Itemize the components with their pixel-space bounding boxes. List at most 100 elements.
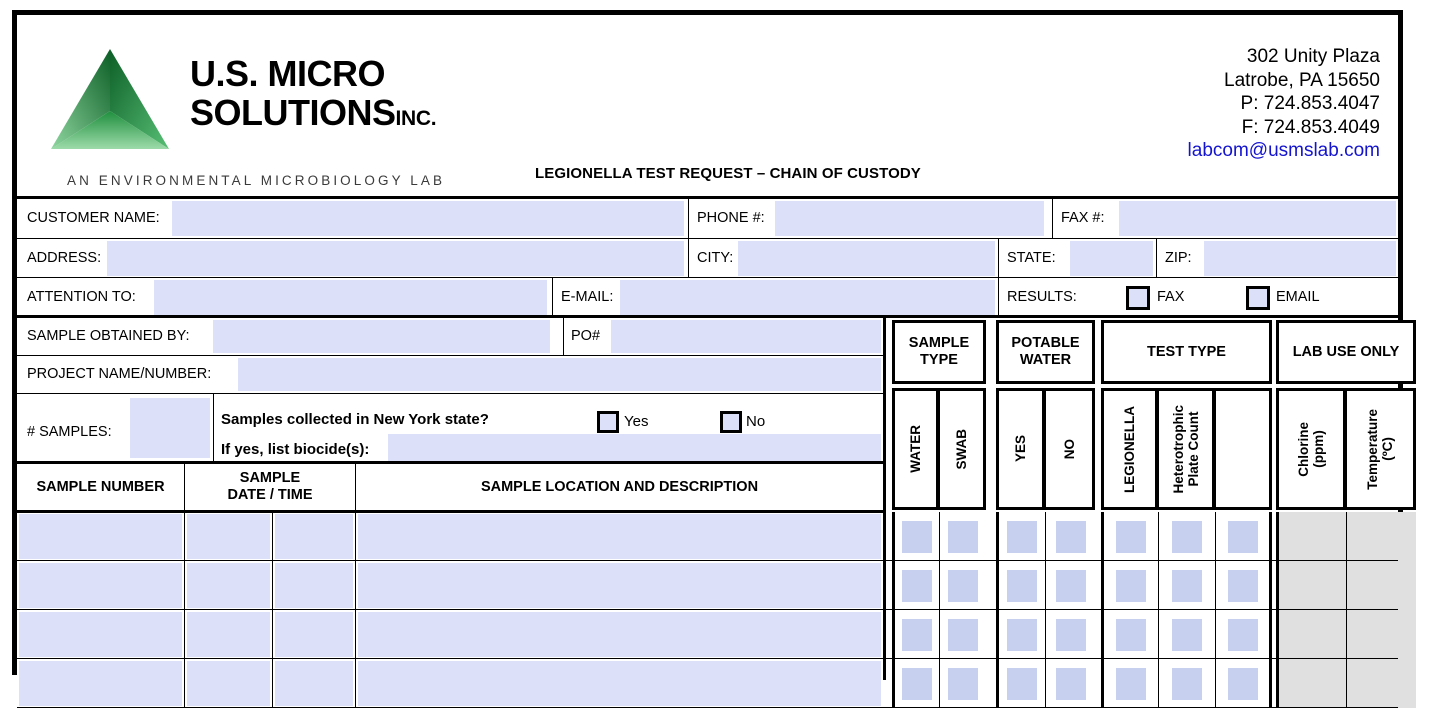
cell-potable-yes-wrap <box>996 610 1045 659</box>
results-email-checkbox[interactable] <box>1246 286 1270 310</box>
cell-sample-number[interactable] <box>19 514 182 559</box>
zip-input[interactable] <box>1204 241 1396 276</box>
cell-potable-yes-checkbox[interactable] <box>1007 667 1037 700</box>
results-email-label: EMAIL <box>1276 289 1320 305</box>
cell-water-checkbox[interactable] <box>902 569 932 602</box>
cell-water-checkbox[interactable] <box>902 520 932 553</box>
cell-water-checkbox[interactable] <box>902 618 932 651</box>
cell-temperature[interactable] <box>1346 659 1416 708</box>
phone-input[interactable] <box>775 201 1044 236</box>
cell-sample-location[interactable] <box>358 563 881 608</box>
contact-email-link[interactable]: labcom@usmslab.com <box>1188 139 1380 163</box>
address-input[interactable] <box>107 241 684 276</box>
cell-sample-number[interactable] <box>19 661 182 706</box>
cell-sample-time[interactable] <box>275 514 353 559</box>
new-york-no-checkbox[interactable] <box>720 411 742 433</box>
cell-swab-checkbox[interactable] <box>948 618 978 651</box>
customer-name-input[interactable] <box>172 201 684 236</box>
customer-name-label: CUSTOMER NAME: <box>27 210 160 226</box>
cell-water-wrap <box>892 659 939 708</box>
cell-sample-number[interactable] <box>19 612 182 657</box>
cell-sample-location[interactable] <box>358 514 881 559</box>
po-number-input[interactable] <box>611 320 881 353</box>
company-logo: U.S. MICRO SOLUTIONSINC. AN ENVIRONMENTA… <box>45 35 505 188</box>
cell-chlorine[interactable] <box>1276 561 1346 610</box>
cell-legionella-checkbox[interactable] <box>1116 569 1146 602</box>
page-title: LEGIONELLA TEST REQUEST – CHAIN OF CUSTO… <box>535 165 921 182</box>
phone-label: PHONE #: <box>697 210 765 226</box>
zip-label: ZIP: <box>1165 250 1192 266</box>
cell-potable-no-wrap <box>1045 512 1095 561</box>
cell-potable-no-checkbox[interactable] <box>1055 618 1086 651</box>
cell-potable-no-checkbox[interactable] <box>1055 667 1086 700</box>
cell-heterotrophic-plate-count-wrap <box>1158 512 1215 561</box>
cell-legionella-wrap <box>1101 659 1158 708</box>
cell-sample-date[interactable] <box>187 514 270 559</box>
cell-test-type-blank-wrap <box>1215 659 1272 708</box>
cell-potable-no-checkbox[interactable] <box>1055 569 1086 602</box>
cell-temperature[interactable] <box>1346 610 1416 659</box>
cell-heterotrophic-plate-count-checkbox[interactable] <box>1172 618 1202 651</box>
cell-temperature[interactable] <box>1346 561 1416 610</box>
cell-chlorine[interactable] <box>1276 659 1346 708</box>
results-fax-checkbox[interactable] <box>1126 286 1150 310</box>
company-suffix: INC. <box>395 107 437 130</box>
cell-sample-time[interactable] <box>275 563 353 608</box>
cell-legionella-checkbox[interactable] <box>1116 667 1146 700</box>
col-header-sample-number: SAMPLE NUMBER <box>17 464 184 510</box>
row-project: PROJECT NAME/NUMBER: <box>17 356 883 393</box>
state-input[interactable] <box>1070 241 1153 276</box>
group-header-sample-type: SAMPLE TYPE <box>892 320 986 384</box>
cell-sample-location[interactable] <box>358 661 881 706</box>
cell-heterotrophic-plate-count-checkbox[interactable] <box>1172 667 1202 700</box>
cell-test-type-blank-checkbox[interactable] <box>1227 569 1258 602</box>
cell-test-type-blank-wrap <box>1215 561 1272 610</box>
cell-sample-time[interactable] <box>275 612 353 657</box>
cell-sample-location[interactable] <box>358 612 881 657</box>
cell-legionella-checkbox[interactable] <box>1116 618 1146 651</box>
cell-test-type-blank-checkbox[interactable] <box>1227 618 1258 651</box>
sample-obtained-by-label: SAMPLE OBTAINED BY: <box>27 328 190 344</box>
email-input[interactable] <box>620 280 995 315</box>
cell-swab-checkbox[interactable] <box>948 569 978 602</box>
cell-sample-date[interactable] <box>187 563 270 608</box>
fax-input[interactable] <box>1119 201 1396 236</box>
num-samples-input[interactable] <box>130 398 210 458</box>
cell-water-wrap <box>892 610 939 659</box>
col-header-potable-yes: YES <box>996 388 1045 510</box>
city-input[interactable] <box>738 241 995 276</box>
cell-water-checkbox[interactable] <box>902 667 932 700</box>
biocide-input[interactable] <box>388 434 881 462</box>
new-york-no-label: No <box>746 413 766 430</box>
attention-to-input[interactable] <box>154 280 547 315</box>
cell-sample-time[interactable] <box>275 661 353 706</box>
cell-test-type-blank-checkbox[interactable] <box>1227 520 1258 553</box>
cell-sample-date[interactable] <box>187 661 270 706</box>
new-york-yes-checkbox[interactable] <box>597 411 619 433</box>
cell-potable-yes-checkbox[interactable] <box>1007 520 1037 553</box>
sample-obtained-by-input[interactable] <box>213 320 550 353</box>
cell-swab-checkbox[interactable] <box>948 520 978 553</box>
project-name-number-input[interactable] <box>238 358 881 391</box>
cell-sample-number[interactable] <box>19 563 182 608</box>
row-attention: ATTENTION TO: E-MAIL: RESULTS: FAX EMAIL <box>17 278 1398 317</box>
cell-water-wrap <box>892 512 939 561</box>
col-header-test-type-blank <box>1215 388 1272 510</box>
cell-heterotrophic-plate-count-checkbox[interactable] <box>1172 569 1202 602</box>
col-header-potable-no: NO <box>1045 388 1095 510</box>
cell-swab-wrap <box>939 610 986 659</box>
cell-temperature[interactable] <box>1346 512 1416 561</box>
cell-test-type-blank-checkbox[interactable] <box>1227 667 1258 700</box>
cell-potable-yes-checkbox[interactable] <box>1007 569 1037 602</box>
cell-potable-no-checkbox[interactable] <box>1055 520 1086 553</box>
cell-heterotrophic-plate-count-wrap <box>1158 561 1215 610</box>
triangle-logo-icon <box>51 49 169 149</box>
cell-legionella-checkbox[interactable] <box>1116 520 1146 553</box>
cell-sample-date[interactable] <box>187 612 270 657</box>
cell-potable-yes-checkbox[interactable] <box>1007 618 1037 651</box>
cell-chlorine[interactable] <box>1276 610 1346 659</box>
num-samples-label: # SAMPLES: <box>27 424 112 440</box>
cell-heterotrophic-plate-count-checkbox[interactable] <box>1172 520 1202 553</box>
cell-chlorine[interactable] <box>1276 512 1346 561</box>
cell-swab-checkbox[interactable] <box>948 667 978 700</box>
